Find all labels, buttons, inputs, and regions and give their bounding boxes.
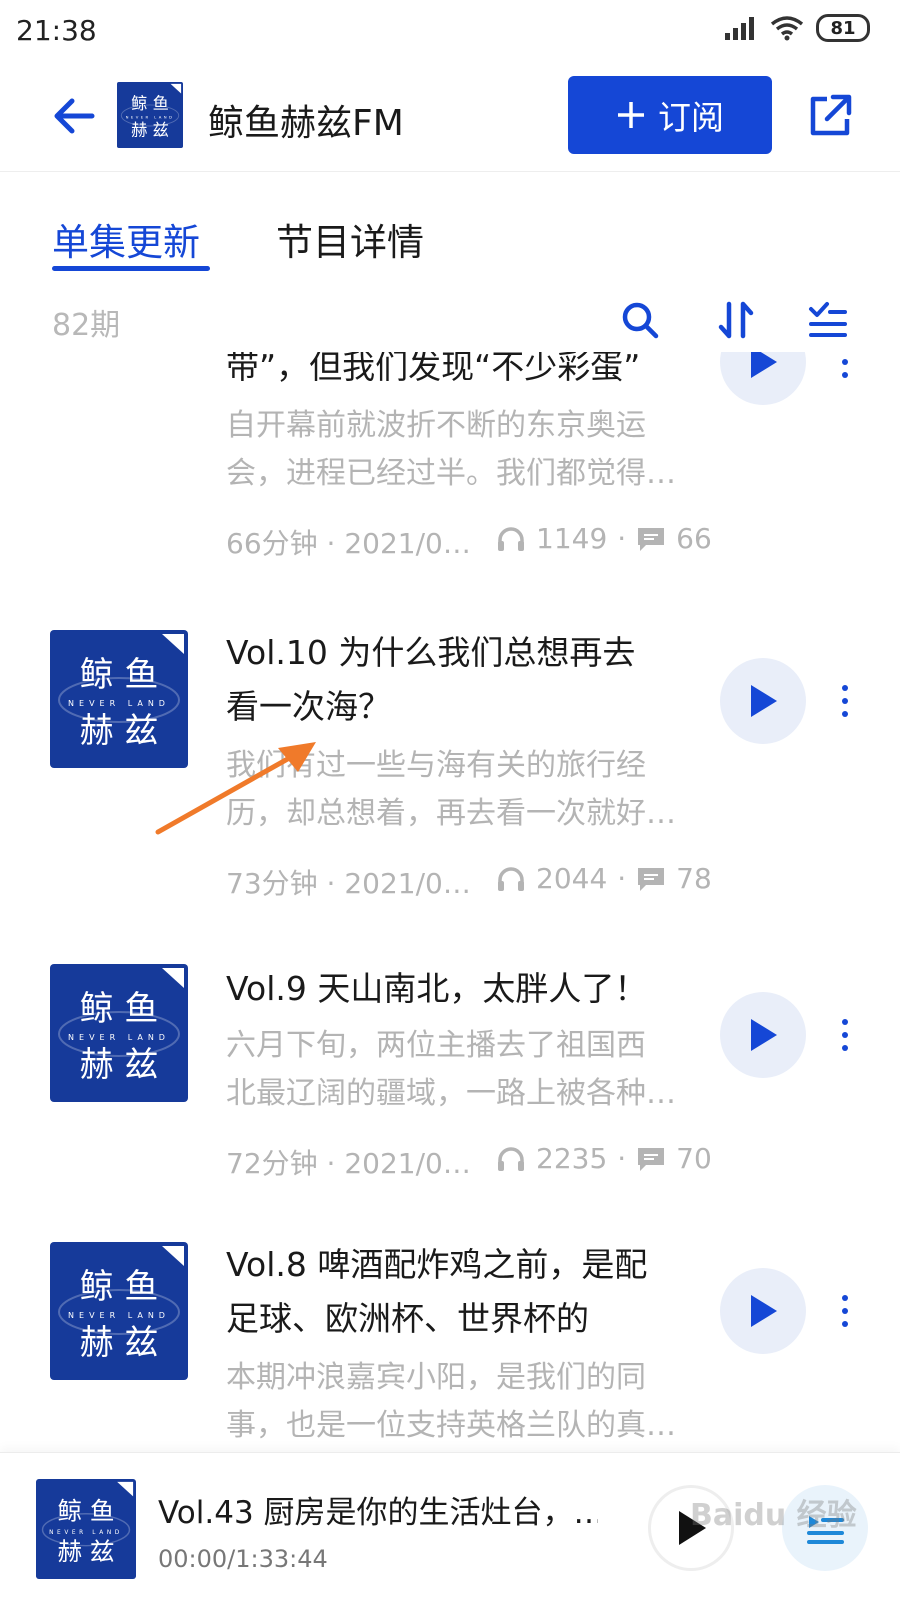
svg-text:NEVER LAND: NEVER LAND: [68, 1033, 170, 1042]
svg-text:赫 兹: 赫 兹: [57, 1537, 114, 1566]
episode-title: Vol.10 为什么我们总想再去 看一次海？: [226, 633, 636, 726]
comment-count: 66: [676, 522, 712, 555]
play-count: 1149: [536, 522, 608, 555]
svg-text:鲸 鱼: 鲸 鱼: [80, 655, 159, 695]
episode-description: 自开幕前就波折不断的东京奥运 会，进程已经过半。我们都觉得…: [226, 408, 676, 491]
episode-description: 六月下旬，两位主播去了祖国西 北最辽阔的疆域，一路上被各种…: [226, 1028, 676, 1111]
episode-more-button[interactable]: [830, 352, 860, 392]
tab-bar: 单集更新 节目详情: [0, 172, 900, 282]
episode-description: 本期冲浪嘉宾小阳，是我们的同 事，也是一位支持英格兰队的真…: [226, 1360, 676, 1443]
episode-stats: 2044 · 78: [496, 862, 712, 895]
episode-meta: 73分钟 · 2021/0… 2044 · 78: [226, 862, 712, 902]
back-arrow-icon: [54, 98, 95, 134]
search-button[interactable]: [616, 296, 664, 344]
annotation-arrow-icon: [155, 742, 316, 835]
comment-icon: [638, 1147, 665, 1171]
episode-cover: 鲸 鱼 NEVER LAND 赫 兹: [50, 964, 188, 1102]
episode-meta: 66分钟 · 2021/0… 1149 · 66: [226, 522, 712, 562]
episode-title: Vol.9 天山南北，太胖人了！: [226, 969, 648, 1008]
svg-text:赫 兹: 赫 兹: [80, 1323, 159, 1363]
episode-list: 鲸 鱼 NEVER LAND 赫 兹 带”，但我们发现“不少彩蛋” 自开幕前就波折不…: [0, 352, 900, 1450]
play-count: 2044: [536, 862, 608, 895]
episode-meta: 72分钟 · 2021/0… 2235 · 70: [226, 1142, 712, 1182]
play-icon: [751, 685, 777, 717]
episode-more-button[interactable]: [830, 671, 860, 731]
svg-text:鲸 鱼: 鲸 鱼: [131, 94, 169, 113]
podcast-cover: 鲸 鱼NEVER LAND 赫 兹: [117, 82, 183, 148]
headphones-icon: [498, 1146, 524, 1171]
episode-cover: 鲸 鱼 NEVER LAND 赫 兹: [50, 1242, 188, 1380]
subscribe-button[interactable]: 订阅: [568, 76, 772, 154]
active-tab-indicator: [52, 266, 210, 271]
search-icon: [622, 302, 659, 339]
episode-duration-date: 66分钟 · 2021/0…: [226, 527, 471, 560]
episode-play-button[interactable]: [720, 658, 806, 744]
comment-count: 70: [676, 1142, 712, 1175]
play-count: 2235: [536, 1142, 608, 1175]
svg-text:NEVER LAND: NEVER LAND: [68, 1311, 170, 1320]
plus-icon: [618, 102, 644, 128]
share-icon: [810, 94, 852, 136]
play-icon: [751, 1295, 777, 1327]
episode-more-button[interactable]: [830, 1281, 860, 1341]
svg-text:赫 兹: 赫 兹: [80, 1045, 159, 1085]
svg-text:鲸 鱼: 鲸 鱼: [57, 1497, 114, 1526]
watermark-text: Baidu 经验: [690, 1498, 857, 1533]
now-playing-time: 00:00/1:33:44: [158, 1545, 328, 1573]
signal-icon: [725, 17, 754, 40]
now-playing-cover: 鲸 鱼 NEVER LAND赫 兹: [36, 1479, 136, 1579]
play-icon: [751, 1019, 777, 1051]
wifi-icon: [770, 16, 804, 41]
episode-title: 带”，但我们发现“不少彩蛋”: [226, 352, 641, 386]
episode-play-button[interactable]: [720, 1268, 806, 1354]
list-toolbar: 82期: [0, 290, 900, 350]
headphones-icon: [498, 866, 524, 891]
episode-item[interactable]: 鲸 鱼 NEVER LAND 赫 兹 Vol.10 为什么我们总想再去 看一次海？ …: [0, 622, 900, 962]
episode-play-button[interactable]: [720, 992, 806, 1078]
meta-separator: ·: [617, 1142, 627, 1175]
episode-duration-date: 72分钟 · 2021/0…: [226, 1147, 471, 1180]
app-header: 鲸 鱼 NEVER LAND 赫 兹 鲸鱼赫兹FM 订阅: [0, 62, 900, 172]
share-button[interactable]: [800, 86, 860, 146]
now-playing-title: Vol.43 厨房是你的生活灶台，…: [158, 1495, 598, 1531]
episode-count: 82期: [52, 308, 121, 343]
svg-text:赫 兹: 赫 兹: [131, 121, 169, 140]
headphones-icon: [498, 526, 524, 551]
episode-stats: 2235 · 70: [496, 1142, 712, 1175]
svg-text:赫 兹: 赫 兹: [80, 711, 159, 751]
batch-select-button[interactable]: [804, 296, 852, 344]
episode-stats: 1149 · 66: [496, 522, 712, 555]
comment-count: 78: [676, 862, 712, 895]
episode-item[interactable]: 鲸 鱼 NEVER LAND 赫 兹 Vol.8 啤酒配炸鸡之前，是配 足球、欧洲杯…: [0, 1242, 900, 1450]
meta-separator: ·: [617, 522, 627, 555]
play-icon: [751, 352, 777, 378]
back-button[interactable]: [44, 86, 104, 146]
comment-icon: [638, 867, 665, 891]
episode-more-button[interactable]: [830, 1005, 860, 1065]
comment-icon: [638, 527, 665, 551]
checklist-icon: [809, 302, 847, 337]
status-time: 21:38: [16, 14, 97, 47]
svg-text:NEVER LAND: NEVER LAND: [68, 699, 170, 708]
sort-button[interactable]: [712, 296, 760, 344]
episode-duration-date: 73分钟 · 2021/0…: [226, 867, 471, 900]
sort-icon: [718, 301, 754, 339]
battery-indicator: 81: [816, 14, 870, 42]
subscribe-label: 订阅: [658, 98, 724, 137]
podcast-title: 鲸鱼赫兹FM: [208, 103, 404, 144]
svg-text:NEVER LAND: NEVER LAND: [126, 114, 175, 119]
svg-text:鲸 鱼: 鲸 鱼: [80, 989, 159, 1029]
svg-text:NEVER LAND: NEVER LAND: [49, 1530, 123, 1536]
status-icons: 81: [724, 14, 870, 42]
episode-title: Vol.8 啤酒配炸鸡之前，是配 足球、欧洲杯、世界杯的: [226, 1245, 648, 1338]
tab-details[interactable]: 节目详情: [276, 212, 424, 266]
status-bar: 21:38 81: [0, 0, 900, 62]
meta-separator: ·: [617, 862, 627, 895]
tab-episodes[interactable]: 单集更新: [52, 212, 200, 266]
svg-text:鲸 鱼: 鲸 鱼: [80, 1267, 159, 1307]
